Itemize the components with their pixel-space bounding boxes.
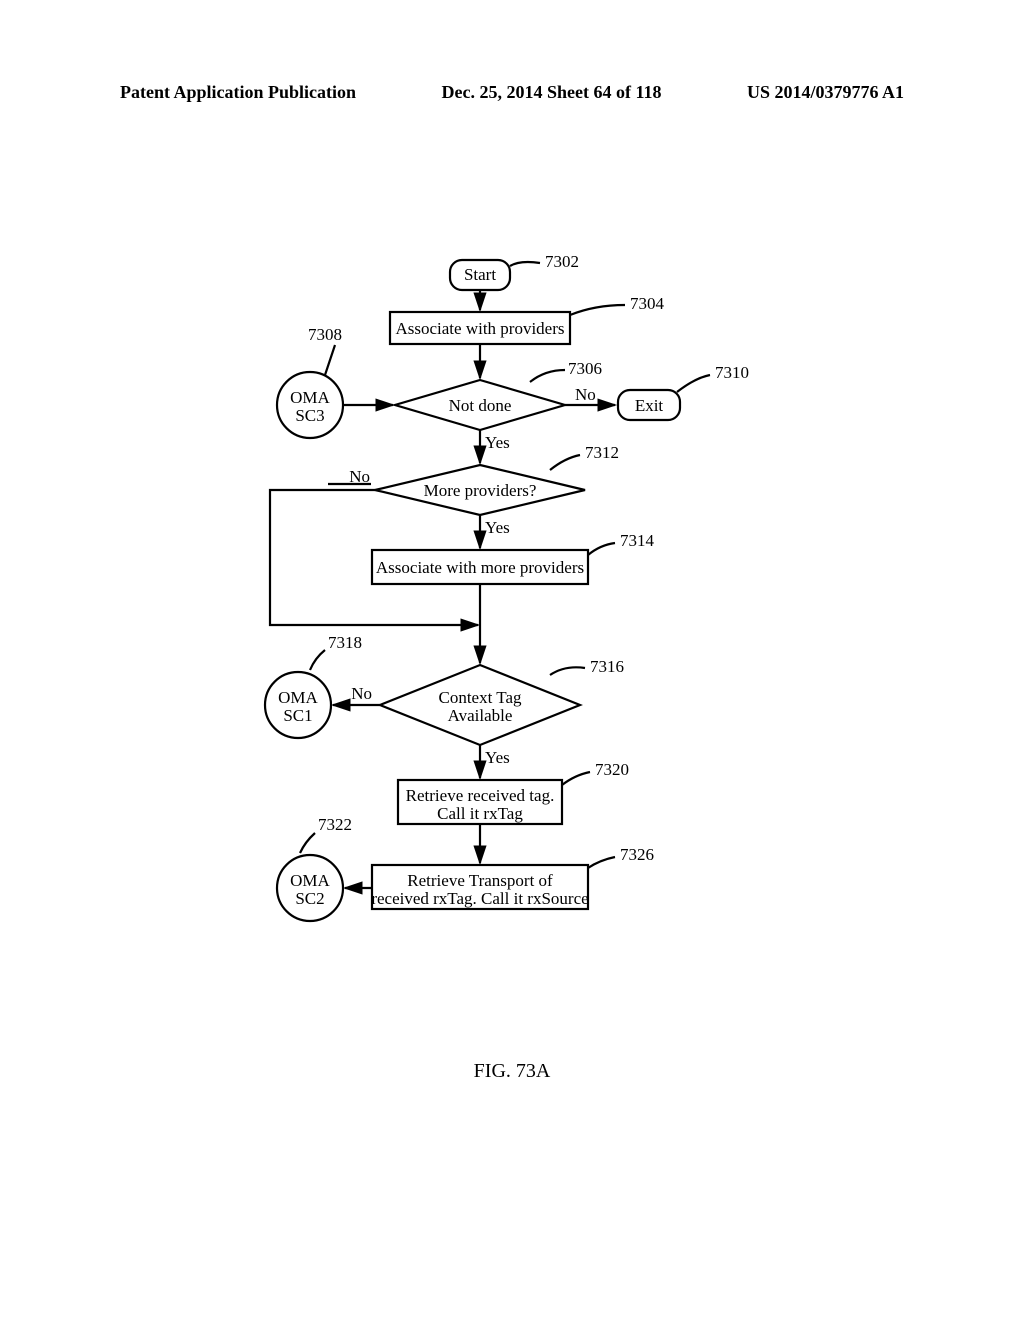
- node-oma-sc1: OMA SC1: [265, 672, 331, 738]
- oma-sc3-l1: OMA: [290, 388, 330, 407]
- leader-7308: [325, 345, 335, 375]
- ctx-l1: Context Tag: [438, 688, 522, 707]
- exit-label: Exit: [635, 396, 664, 415]
- node-retrieve-tag: Retrieve received tag. Call it rxTag: [398, 780, 562, 824]
- leader-7302: [510, 262, 540, 266]
- header-right: US 2014/0379776 A1: [747, 82, 904, 103]
- oma-sc1-l1: OMA: [278, 688, 318, 707]
- node-assoc: Associate with providers: [390, 312, 570, 344]
- oma-sc3-l2: SC3: [295, 406, 324, 425]
- oma-sc2-l2: SC2: [295, 889, 324, 908]
- transport-l1: Retrieve Transport of: [407, 871, 553, 890]
- node-start: Start: [450, 260, 510, 290]
- node-more-providers: More providers?: [375, 465, 585, 515]
- ctx-yes: Yes: [485, 748, 510, 767]
- figure-caption: FIG. 73A: [0, 1060, 1024, 1083]
- leader-7314: [588, 543, 615, 555]
- oma-sc1-l2: SC1: [283, 706, 312, 725]
- page: Patent Application Publication Dec. 25, …: [0, 0, 1024, 1320]
- ref-7308: 7308: [308, 325, 342, 344]
- ctx-l2: Available: [448, 706, 513, 725]
- node-retrieve-transport: Retrieve Transport of received rxTag. Ca…: [371, 865, 588, 909]
- leader-7306: [530, 370, 565, 382]
- leader-7304: [570, 305, 625, 315]
- ref-7302: 7302: [545, 252, 579, 271]
- ref-7304: 7304: [630, 294, 665, 313]
- notdone-yes: Yes: [485, 433, 510, 452]
- flowchart: Start 7302 Associate with providers 7304…: [150, 250, 850, 1035]
- assocmore-label: Associate with more providers: [376, 558, 584, 577]
- leader-7320: [562, 772, 590, 785]
- page-header: Patent Application Publication Dec. 25, …: [0, 82, 1024, 103]
- more-yes: Yes: [485, 518, 510, 537]
- notdone-no: No: [575, 385, 596, 404]
- ref-7310: 7310: [715, 363, 749, 382]
- leader-7322: [300, 833, 315, 853]
- more-label: More providers?: [424, 481, 537, 500]
- leader-7312: [550, 455, 580, 470]
- node-exit: Exit: [618, 390, 680, 420]
- ref-7322: 7322: [318, 815, 352, 834]
- retrieve-l1: Retrieve received tag.: [406, 786, 555, 805]
- ref-7306: 7306: [568, 359, 602, 378]
- leader-7326: [588, 857, 615, 868]
- header-center: Dec. 25, 2014 Sheet 64 of 118: [442, 82, 662, 103]
- transport-l2: received rxTag. Call it rxSource: [371, 889, 588, 908]
- node-ctx: Context Tag Available: [380, 665, 580, 745]
- node-notdone: Not done: [395, 380, 565, 430]
- node-assoc-more: Associate with more providers: [372, 550, 588, 584]
- node-oma-sc3: OMA SC3: [277, 372, 343, 438]
- ref-7316: 7316: [590, 657, 624, 676]
- notdone-label: Not done: [449, 396, 512, 415]
- assoc-label: Associate with providers: [395, 319, 564, 338]
- header-left: Patent Application Publication: [120, 82, 356, 103]
- ref-7326: 7326: [620, 845, 654, 864]
- flowchart-svg: Start 7302 Associate with providers 7304…: [150, 250, 850, 1030]
- start-label: Start: [464, 265, 496, 284]
- ref-7314: 7314: [620, 531, 655, 550]
- oma-sc2-l1: OMA: [290, 871, 330, 890]
- ctx-no: No: [351, 684, 372, 703]
- leader-7316: [550, 667, 585, 675]
- ref-7320: 7320: [595, 760, 629, 779]
- ref-7312: 7312: [585, 443, 619, 462]
- node-oma-sc2: OMA SC2: [277, 855, 343, 921]
- retrieve-l2: Call it rxTag: [437, 804, 523, 823]
- leader-7310: [677, 375, 710, 392]
- leader-7318: [310, 650, 325, 670]
- ref-7318: 7318: [328, 633, 362, 652]
